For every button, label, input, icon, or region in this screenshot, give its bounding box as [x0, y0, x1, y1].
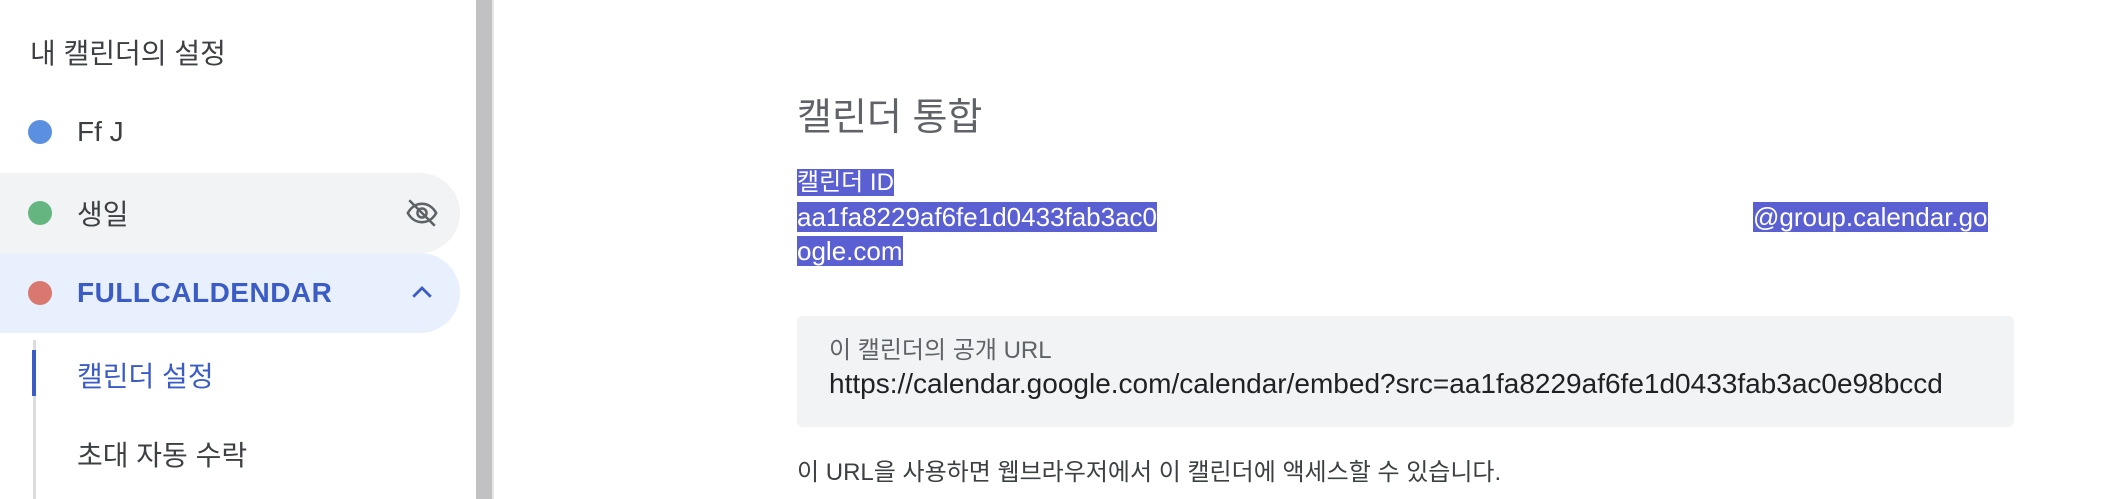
- calendar-item-fullcalendar[interactable]: FULLCALDENDAR: [0, 253, 460, 333]
- calendar-color-dot: [28, 281, 52, 305]
- submenu-active-indicator: [32, 350, 36, 396]
- calendar-name: 생일: [77, 199, 129, 230]
- calendar-id-value-end[interactable]: ogle.com: [797, 235, 903, 267]
- visibility-off-icon[interactable]: [404, 195, 440, 231]
- calendar-name: FULLCALDENDAR: [77, 277, 333, 308]
- sidebar-heading: 내 캘린더의 설정: [30, 38, 226, 69]
- public-url-field[interactable]: 이 캘린더의 공개 URL https://calendar.google.co…: [797, 316, 2014, 427]
- calendar-item-ffj[interactable]: Ff J: [0, 92, 460, 172]
- calendar-item-birthday[interactable]: 생일: [0, 173, 460, 253]
- calendar-color-dot: [28, 120, 52, 144]
- public-url-value[interactable]: https://calendar.google.com/calendar/emb…: [829, 368, 1943, 400]
- calendar-id-label: 캘린더 ID: [797, 169, 894, 196]
- calendar-name: Ff J: [77, 116, 124, 147]
- divider: [492, 0, 494, 499]
- calendar-id-value-domain[interactable]: @group.calendar.go: [1753, 201, 1988, 233]
- section-title: 캘린더 통합: [797, 97, 983, 139]
- submenu-calendar-settings[interactable]: 캘린더 설정: [77, 355, 214, 395]
- submenu-auto-accept-invites[interactable]: 초대 자동 수락: [77, 434, 247, 474]
- public-url-helper-text: 이 URL을 사용하면 웹브라우저에서 이 캘린더에 액세스할 수 있습니다.: [797, 459, 1502, 486]
- settings-sidebar: 내 캘린더의 설정 Ff J 생일 FULLCALDENDAR 캘린더 설정 초…: [0, 0, 476, 499]
- sidebar-scrollbar[interactable]: [476, 0, 492, 499]
- public-url-label: 이 캘린더의 공개 URL: [829, 337, 1052, 364]
- calendar-id-value[interactable]: aa1fa8229af6fe1d0433fab3ac0: [797, 201, 1158, 233]
- chevron-up-icon[interactable]: [404, 275, 440, 311]
- calendar-color-dot: [28, 201, 52, 225]
